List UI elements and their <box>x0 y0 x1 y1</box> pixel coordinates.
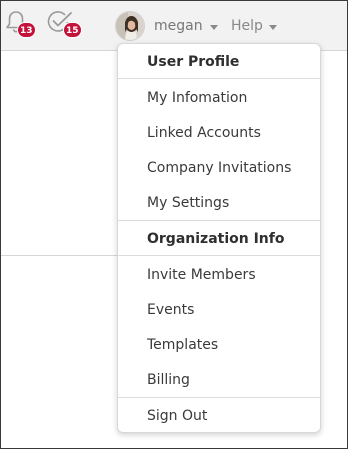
menu-item-linked-accounts[interactable]: Linked Accounts <box>118 123 320 143</box>
menu-item-templates[interactable]: Templates <box>118 335 320 355</box>
menu-separator <box>118 255 320 256</box>
username-label: megan <box>154 18 203 34</box>
menu-item-my-settings[interactable]: My Settings <box>118 193 320 213</box>
menu-item-sign-out[interactable]: Sign Out <box>118 406 320 426</box>
menu-item-my-information[interactable]: My Infomation <box>118 88 320 108</box>
content-divider <box>1 255 117 256</box>
menu-item-organization-info[interactable]: Organization Info <box>118 229 320 249</box>
tasks-count-badge: 15 <box>63 22 82 38</box>
tasks-button[interactable]: 15 <box>47 10 82 40</box>
help-menu-toggle[interactable]: Help <box>231 16 277 36</box>
menu-separator <box>118 78 320 79</box>
chevron-down-icon <box>209 24 218 30</box>
user-dropdown-menu: User Profile My Infomation Linked Accoun… <box>117 43 321 433</box>
help-label: Help <box>231 18 263 34</box>
notifications-count-badge: 13 <box>17 22 36 38</box>
avatar-photo <box>116 12 144 40</box>
notifications-button[interactable]: 13 <box>5 10 36 40</box>
menu-item-user-profile[interactable]: User Profile <box>118 52 320 72</box>
user-menu-toggle[interactable]: megan <box>115 10 218 42</box>
menu-separator <box>118 397 320 398</box>
menu-item-billing[interactable]: Billing <box>118 370 320 390</box>
avatar <box>115 11 145 41</box>
chevron-down-icon <box>268 24 277 30</box>
menu-item-company-invitations[interactable]: Company Invitations <box>118 158 320 178</box>
menu-item-invite-members[interactable]: Invite Members <box>118 265 320 285</box>
menu-separator <box>118 220 320 221</box>
menu-item-events[interactable]: Events <box>118 300 320 320</box>
